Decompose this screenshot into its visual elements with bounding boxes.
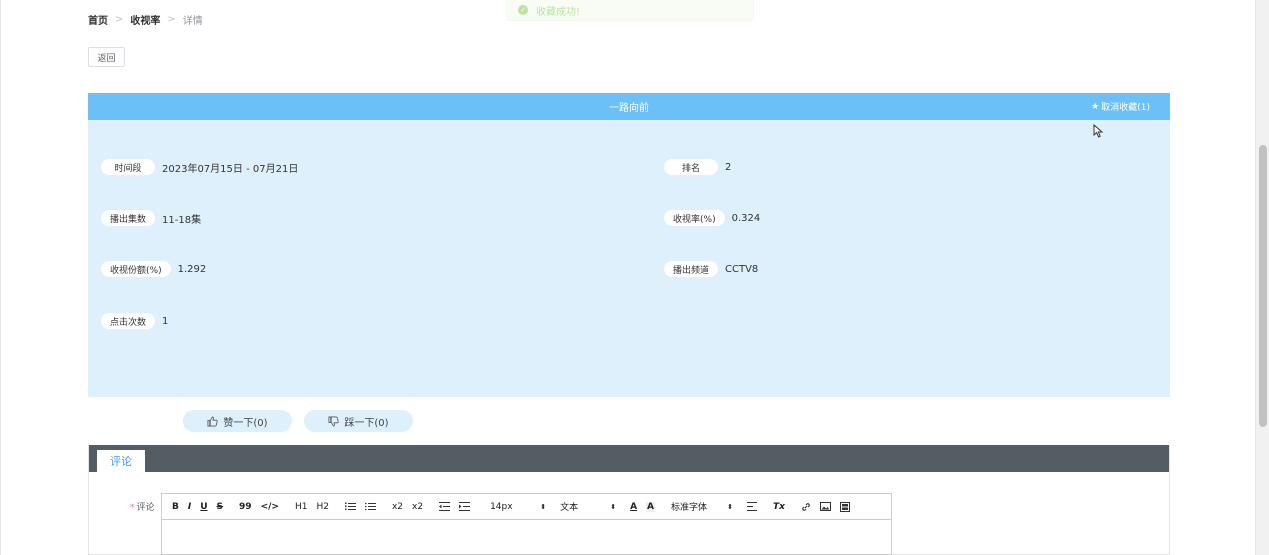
- required-mark: *: [130, 503, 135, 513]
- star-icon: ★: [1091, 101, 1100, 112]
- strike-button[interactable]: S: [217, 502, 223, 512]
- comment-label-text: 评论: [136, 503, 155, 513]
- field-clicks: 点击次数 1: [101, 313, 168, 329]
- field-label: 时间段: [101, 159, 155, 175]
- editor-toolbar: B I U S 99 </> H1 H2 x2 x2 14px ⬍ 文本 ⬍ A A…: [162, 494, 891, 520]
- field-rating: 收视率(%) 0.324: [664, 210, 760, 226]
- dislike-button[interactable]: 踩一下(0): [304, 410, 413, 432]
- comment-field-label: * 评论: [130, 500, 155, 513]
- mouse-cursor-icon: [1093, 124, 1104, 138]
- detail-card: 一路向前 ★ 取消收藏(1): [88, 93, 1170, 397]
- breadcrumb-home[interactable]: 首页: [88, 12, 108, 27]
- h1-button[interactable]: H1: [295, 502, 308, 512]
- thumbs-up-icon: [207, 416, 219, 426]
- bold-button[interactable]: B: [172, 502, 179, 512]
- toast-message: 收藏成功!: [536, 6, 581, 18]
- field-channel: 播出频道 CCTV8: [664, 261, 758, 277]
- back-button[interactable]: 返回: [88, 47, 125, 67]
- field-label: 播出频道: [664, 261, 719, 277]
- field-share: 收视份额(%) 1.292: [101, 261, 206, 277]
- breadcrumb-current: 详情: [182, 16, 203, 27]
- breadcrumb-separator: >: [167, 14, 176, 25]
- field-label: 播出集数: [101, 210, 156, 226]
- bullet-list-icon[interactable]: [364, 502, 376, 511]
- h2-button[interactable]: H2: [316, 502, 329, 512]
- success-toast: ✓ 收藏成功!: [506, 0, 754, 21]
- clear-format-button[interactable]: Tx: [773, 502, 785, 512]
- vertical-scrollbar[interactable]: [1255, 0, 1269, 555]
- field-value: 2: [725, 161, 732, 173]
- detail-title: 一路向前: [609, 103, 649, 114]
- field-value: 2023年07月15日 - 07月21日: [162, 163, 299, 175]
- link-icon[interactable]: [801, 502, 811, 512]
- field-value: 1.292: [177, 263, 207, 275]
- unfavorite-label: 取消收藏(1): [1101, 103, 1150, 113]
- like-label: 赞一下(0): [223, 417, 268, 429]
- code-button[interactable]: </>: [261, 502, 279, 512]
- updown-arrow-icon: ⬍: [610, 502, 617, 511]
- field-label: 收视份额(%): [101, 261, 171, 277]
- italic-button[interactable]: I: [188, 502, 191, 512]
- updown-arrow-icon: ⬍: [727, 502, 733, 511]
- rich-text-editor: B I U S 99 </> H1 H2 x2 x2 14px ⬍ 文本 ⬍ A A…: [161, 493, 892, 555]
- font-color-icon[interactable]: A: [630, 502, 637, 512]
- scrollbar-thumb[interactable]: [1259, 145, 1267, 427]
- font-family-select[interactable]: 标准字体 ⬍: [671, 500, 733, 514]
- dislike-label: 踩一下(0): [344, 417, 389, 429]
- font-size-value: 14px: [490, 501, 513, 512]
- breadcrumb-section[interactable]: 收视率: [130, 12, 160, 27]
- field-value: 1: [162, 315, 169, 327]
- background-color-icon[interactable]: A: [646, 501, 655, 512]
- field-rank: 排名 2: [664, 159, 731, 175]
- ordered-list-icon[interactable]: [344, 502, 356, 511]
- like-button[interactable]: 赞一下(0): [183, 410, 292, 432]
- field-label: 排名: [664, 159, 718, 175]
- thumbs-down-icon: [328, 416, 340, 426]
- field-label: 点击次数: [101, 313, 156, 329]
- comment-tabbar: 评论: [89, 445, 1169, 472]
- tab-comment[interactable]: 评论: [97, 450, 145, 472]
- superscript-button[interactable]: x2: [412, 502, 423, 512]
- field-label: 收视率(%): [664, 210, 725, 226]
- indent-icon[interactable]: [459, 502, 471, 511]
- field-value: 11-18集: [162, 214, 202, 226]
- font-family-value: 标准字体: [671, 503, 708, 513]
- subscript-button[interactable]: x2: [392, 502, 403, 512]
- field-episodes: 播出集数 11-18集: [101, 210, 201, 226]
- check-circle-icon: ✓: [518, 5, 528, 15]
- page-left-border: [0, 0, 1, 555]
- outdent-icon[interactable]: [439, 502, 451, 511]
- underline-button[interactable]: U: [200, 502, 207, 512]
- breadcrumb-separator: >: [115, 14, 124, 25]
- field-time-period: 时间段 2023年07月15日 - 07月21日: [101, 159, 298, 175]
- font-size-select[interactable]: 14px ⬍: [490, 502, 546, 512]
- breadcrumb: 首页 > 收视率 > 详情: [88, 12, 203, 27]
- field-value: 0.324: [731, 212, 761, 224]
- field-value: CCTV8: [725, 263, 759, 275]
- updown-arrow-icon: ⬍: [540, 502, 547, 511]
- text-format-select[interactable]: 文本 ⬍: [560, 500, 617, 514]
- detail-header: 一路向前 ★ 取消收藏(1): [88, 93, 1170, 120]
- text-format-value: 文本: [560, 503, 579, 513]
- align-icon[interactable]: [747, 502, 757, 511]
- image-icon[interactable]: [819, 502, 831, 511]
- quote-button[interactable]: 99: [239, 502, 252, 512]
- video-icon[interactable]: [839, 501, 850, 512]
- unfavorite-button[interactable]: ★ 取消收藏(1): [1091, 93, 1150, 120]
